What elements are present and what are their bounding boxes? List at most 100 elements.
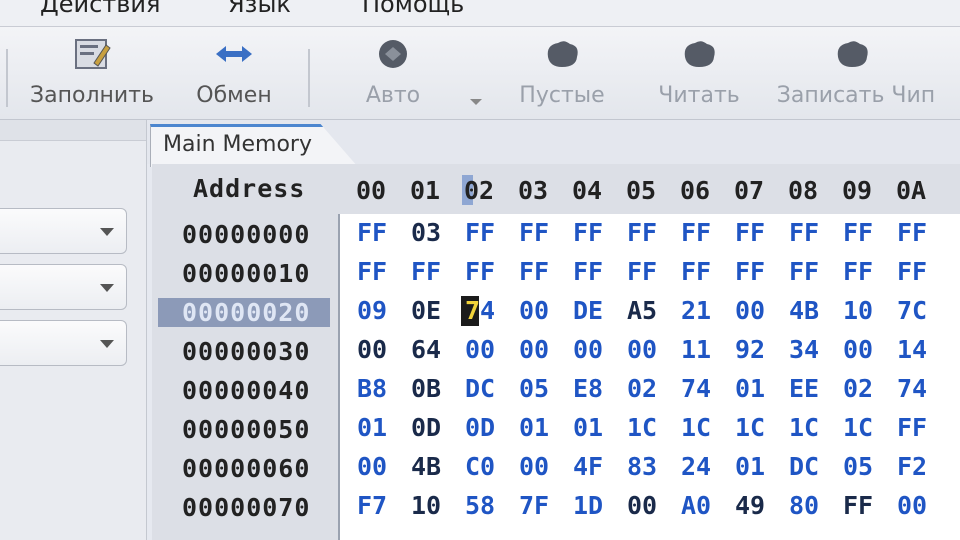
hex-byte-cell[interactable]: FF (511, 257, 557, 286)
hex-byte-cell[interactable]: 1C (727, 413, 773, 442)
hex-byte-cell[interactable]: 0D (457, 413, 503, 442)
hex-byte-cell[interactable]: FF (673, 218, 719, 247)
hex-byte-cell[interactable]: 49 (727, 491, 773, 520)
hex-byte-cell[interactable]: 0E (403, 296, 449, 325)
hex-byte-cell[interactable]: FF (727, 218, 773, 247)
hex-byte-cell[interactable]: 01 (565, 413, 611, 442)
hex-byte-cell[interactable]: FF (619, 257, 665, 286)
blank-check-button[interactable]: Пустые (504, 27, 620, 119)
hex-byte-cell[interactable]: E8 (565, 374, 611, 403)
hex-byte-cell[interactable]: 03 (403, 218, 449, 247)
hex-byte-cell[interactable]: 01 (349, 413, 395, 442)
hex-byte-cell[interactable]: 7C (889, 296, 935, 325)
hex-byte-cell[interactable]: 92 (727, 335, 773, 364)
hex-byte-cell[interactable]: 00 (349, 335, 395, 364)
hex-byte-cell[interactable]: A0 (673, 491, 719, 520)
hex-byte-cell[interactable]: FF (457, 218, 503, 247)
hex-byte-cell[interactable]: 4B (403, 452, 449, 481)
hex-byte-cell[interactable]: 02 (619, 374, 665, 403)
hex-byte-cell[interactable]: 05 (835, 452, 881, 481)
hex-byte-cell[interactable]: FF (565, 257, 611, 286)
hex-byte-cell[interactable]: FF (565, 218, 611, 247)
auto-button[interactable]: Авто (350, 27, 436, 119)
fill-button[interactable]: Заполнить (22, 27, 162, 119)
hex-byte-cell[interactable]: 21 (673, 296, 719, 325)
hex-byte-cell[interactable]: 10 (403, 491, 449, 520)
swap-button[interactable]: Обмен (176, 27, 292, 119)
menu-actions[interactable]: Действия (40, 0, 160, 18)
hex-byte-cell[interactable]: 1C (781, 413, 827, 442)
hex-byte-cell[interactable]: FF (889, 257, 935, 286)
hex-byte-cell[interactable]: 01 (727, 374, 773, 403)
hex-byte-cell[interactable]: 01 (727, 452, 773, 481)
hex-byte-cell[interactable]: EE (781, 374, 827, 403)
hex-byte-cell[interactable]: 4F (565, 452, 611, 481)
hex-byte-cell[interactable]: FF (349, 257, 395, 286)
hex-byte-cell[interactable]: 00 (565, 335, 611, 364)
menu-language[interactable]: Язык (228, 0, 291, 18)
hex-byte-cell[interactable]: 64 (403, 335, 449, 364)
hex-byte-cell[interactable]: 74 (673, 374, 719, 403)
hex-byte-cell[interactable]: 00 (511, 335, 557, 364)
hex-byte-cell[interactable]: DC (457, 374, 503, 403)
write-chip-button[interactable]: Записать Чип (776, 27, 936, 119)
hex-byte-cell[interactable]: 1C (673, 413, 719, 442)
hex-byte-cell[interactable]: 34 (781, 335, 827, 364)
read-button[interactable]: Читать (646, 27, 752, 119)
hex-byte-cell[interactable]: 80 (781, 491, 827, 520)
auto-dropdown-arrow-icon[interactable] (470, 99, 482, 105)
hex-byte-cell[interactable]: FF (457, 257, 503, 286)
hex-byte-cell[interactable]: 00 (727, 296, 773, 325)
hex-byte-cell[interactable]: 14 (889, 335, 935, 364)
device-combo-3[interactable] (0, 320, 127, 366)
hex-byte-cell[interactable]: B8 (349, 374, 395, 403)
hex-byte-cell[interactable]: 10 (835, 296, 881, 325)
hex-byte-cell[interactable]: FF (511, 218, 557, 247)
hex-byte-cell[interactable]: 24 (673, 452, 719, 481)
menu-help[interactable]: Помощь (362, 0, 464, 18)
hex-byte-cell[interactable]: 1C (835, 413, 881, 442)
hex-byte-cell[interactable]: 1C (619, 413, 665, 442)
hex-byte-cell[interactable]: 02 (835, 374, 881, 403)
hex-byte-cell[interactable]: A5 (619, 296, 665, 325)
hex-byte-cell[interactable]: 0D (403, 413, 449, 442)
hex-byte-cell[interactable]: FF (349, 218, 395, 247)
hex-byte-cell[interactable]: 00 (619, 491, 665, 520)
hex-byte-cell[interactable]: 00 (511, 296, 557, 325)
hex-byte-cell[interactable]: 01 (511, 413, 557, 442)
hex-byte-cell[interactable]: 0B (403, 374, 449, 403)
hex-byte-cell[interactable]: FF (619, 218, 665, 247)
hex-byte-cell[interactable]: FF (835, 257, 881, 286)
hex-byte-cell[interactable]: 00 (349, 452, 395, 481)
hex-byte-cell[interactable]: FF (403, 257, 449, 286)
hex-byte-cell[interactable]: F7 (349, 491, 395, 520)
hex-byte-cell[interactable]: 7F (511, 491, 557, 520)
hex-byte-cell[interactable]: 1D (565, 491, 611, 520)
hex-byte-cell[interactable]: 09 (349, 296, 395, 325)
hex-byte-cell[interactable]: 00 (619, 335, 665, 364)
hex-byte-cell[interactable]: 58 (457, 491, 503, 520)
hex-byte-cell[interactable]: 4B (781, 296, 827, 325)
hex-byte-cell[interactable]: FF (889, 413, 935, 442)
hex-byte-cell[interactable]: DE (565, 296, 611, 325)
hex-byte-cell[interactable]: 00 (457, 335, 503, 364)
hex-byte-cell[interactable]: FF (835, 491, 881, 520)
device-combo-1[interactable] (0, 208, 127, 254)
hex-byte-cell[interactable]: F2 (889, 452, 935, 481)
hex-byte-cell[interactable]: 74 (889, 374, 935, 403)
hex-byte-cell[interactable]: C0 (457, 452, 503, 481)
hex-byte-cell[interactable]: FF (889, 218, 935, 247)
hex-byte-cell[interactable]: 00 (889, 491, 935, 520)
hex-byte-cell[interactable]: 83 (619, 452, 665, 481)
hex-byte-cell[interactable]: FF (781, 257, 827, 286)
hex-byte-cell[interactable]: FF (727, 257, 773, 286)
hex-byte-cell[interactable]: FF (781, 218, 827, 247)
hex-byte-cell[interactable]: FF (673, 257, 719, 286)
hex-byte-cell[interactable]: 11 (673, 335, 719, 364)
hex-byte-cell[interactable]: FF (835, 218, 881, 247)
hex-byte-cell[interactable]: DC (781, 452, 827, 481)
hex-byte-cell[interactable]: 00 (835, 335, 881, 364)
device-combo-2[interactable] (0, 264, 127, 310)
hex-byte-cell[interactable]: 05 (511, 374, 557, 403)
hex-byte-cell[interactable]: 74 (457, 296, 503, 325)
